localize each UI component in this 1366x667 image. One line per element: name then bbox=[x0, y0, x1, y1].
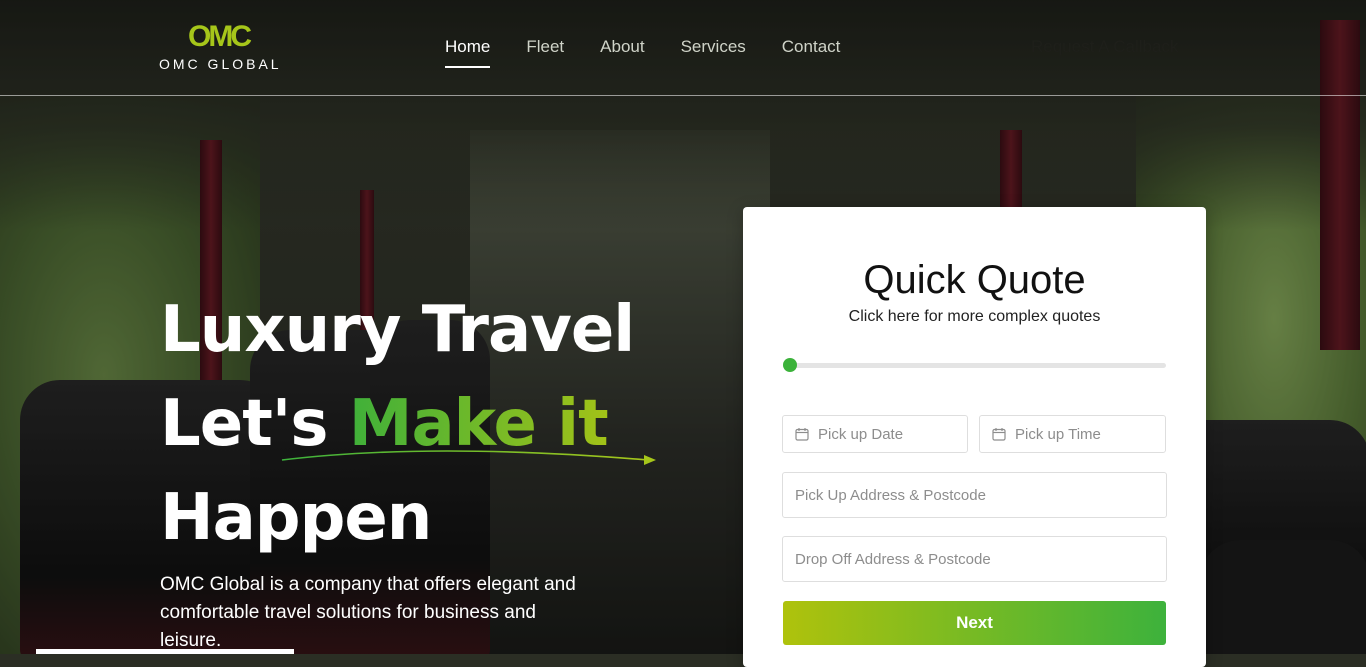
progress-indicator bbox=[783, 358, 797, 372]
hero-title-line1: Luxury Travel bbox=[160, 293, 635, 367]
hero-title-line3: Happen bbox=[160, 481, 432, 555]
dropoff-address-field[interactable] bbox=[782, 536, 1167, 582]
pickup-time-input[interactable] bbox=[1015, 425, 1165, 443]
decorative-arrow-icon bbox=[281, 450, 656, 465]
hero-title: Luxury Travel Let's Make it Happen bbox=[160, 283, 635, 565]
dropoff-address-input[interactable] bbox=[795, 550, 1166, 568]
navbar: OMC OMC GLOBAL Home Fleet About Services… bbox=[0, 0, 1366, 96]
request-callback-link[interactable]: Request A Callback bbox=[1031, 36, 1178, 58]
nav-fleet[interactable]: Fleet bbox=[526, 36, 564, 70]
nav-contact[interactable]: Contact bbox=[782, 36, 841, 70]
logo-text: OMC GLOBAL bbox=[159, 56, 282, 72]
next-button[interactable]: Next bbox=[783, 601, 1166, 645]
calendar-icon bbox=[992, 428, 1006, 441]
nav-services[interactable]: Services bbox=[681, 36, 746, 70]
main-nav: Home Fleet About Services Contact bbox=[445, 36, 840, 70]
nav-about[interactable]: About bbox=[600, 36, 644, 70]
logo[interactable]: OMC OMC GLOBAL bbox=[158, 22, 298, 74]
nav-home[interactable]: Home bbox=[445, 36, 491, 70]
complex-quotes-link[interactable]: Click here for more complex quotes bbox=[743, 308, 1206, 326]
quote-progress-bar bbox=[783, 358, 1166, 372]
pickup-address-field[interactable] bbox=[782, 472, 1167, 518]
quote-title: Quick Quote bbox=[863, 258, 1086, 302]
hero-description: OMC Global is a company that offers eleg… bbox=[160, 574, 576, 651]
pickup-date-field[interactable] bbox=[782, 415, 968, 453]
pickup-address-input[interactable] bbox=[795, 486, 1166, 504]
calendar-icon bbox=[795, 428, 809, 441]
pickup-time-field[interactable] bbox=[979, 415, 1166, 453]
quick-quote-card: Quick Quote Click here for more complex … bbox=[743, 207, 1206, 667]
bottom-strip bbox=[36, 649, 294, 654]
logo-mark: OMC bbox=[188, 20, 252, 53]
pickup-date-input[interactable] bbox=[818, 425, 967, 443]
